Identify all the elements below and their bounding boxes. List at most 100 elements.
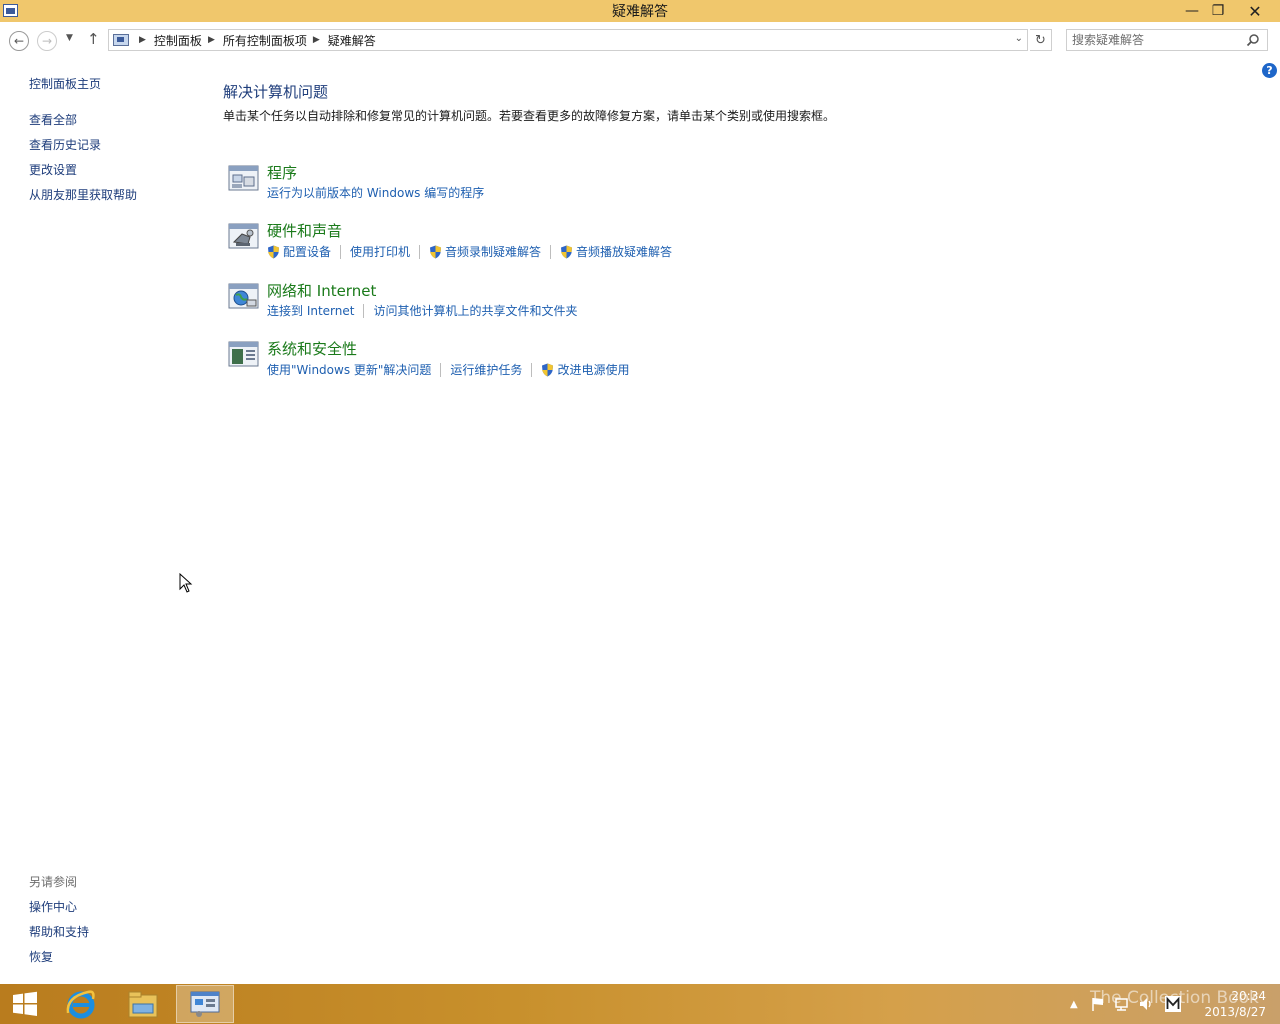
category-network-internet: 网络和 Internet 连接到 Internet 访问其他计算机上的共享文件和… [228, 280, 928, 326]
link-label: 连接到 Internet [267, 304, 355, 318]
mouse-cursor-icon [179, 573, 193, 593]
breadcrumb-all-items[interactable]: 所有控制面板项 [223, 32, 307, 49]
hardware-sound-icon[interactable] [228, 222, 259, 250]
see-also-action-center[interactable]: 操作中心 [29, 898, 77, 915]
clock-time: 20:34 [1231, 989, 1266, 1003]
taskbar-control-panel[interactable] [176, 985, 234, 1023]
link-run-old-programs[interactable]: 运行为以前版本的 Windows 编写的程序 [267, 184, 484, 201]
close-button[interactable]: ✕ [1230, 0, 1280, 22]
nav-change-settings[interactable]: 更改设置 [29, 161, 77, 178]
system-security-icon[interactable] [228, 340, 259, 368]
link-configure-device[interactable]: 配置设备 [267, 243, 331, 260]
forward-button[interactable]: → [37, 31, 57, 51]
control-panel-app-icon[interactable] [3, 4, 18, 17]
arrow-right-icon: → [41, 34, 53, 48]
link-label: 运行维护任务 [450, 363, 523, 377]
uac-shield-icon [542, 363, 554, 376]
file-explorer-icon [128, 991, 158, 1018]
volume-icon[interactable] [1138, 996, 1154, 1012]
nav-control-panel-home[interactable]: 控制面板主页 [29, 75, 101, 92]
chevron-right-icon[interactable]: ▶ [208, 35, 215, 45]
breadcrumb-control-panel[interactable]: 控制面板 [154, 32, 202, 49]
arrow-left-icon: ← [13, 34, 25, 48]
link-divider [550, 244, 552, 259]
nav-view-history[interactable]: 查看历史记录 [29, 136, 101, 153]
chevron-right-icon[interactable]: ▶ [139, 35, 146, 45]
uac-shield-icon [268, 245, 279, 258]
navigation-bar: ← → ▼ ↑ ▶ 控制面板 ▶ 所有控制面板项 ▶ 疑难解答 ⌄ ↻ [0, 22, 1280, 58]
link-label: 运行为以前版本的 Windows 编写的程序 [267, 186, 485, 200]
category-title-programs[interactable]: 程序 [267, 162, 297, 183]
start-icon [13, 991, 37, 1016]
category-title-system-security[interactable]: 系统和安全性 [267, 338, 357, 359]
link-audio-playback[interactable]: 音频播放疑难解答 [560, 243, 672, 260]
link-divider [440, 362, 442, 377]
refresh-icon: ↻ [1035, 32, 1046, 48]
link-label: 使用打印机 [350, 245, 411, 259]
system-clock[interactable]: 20:34 2013/8/27 [1196, 988, 1266, 1020]
start-button[interactable] [0, 985, 50, 1023]
link-divider [363, 303, 365, 318]
help-icon[interactable]: ? [1262, 63, 1277, 78]
title-bar: 疑难解答 — ❐ ✕ [0, 0, 1280, 22]
recent-locations-dropdown[interactable]: ▼ [66, 33, 73, 43]
clock-date: 2013/8/27 [1204, 1005, 1266, 1019]
maximize-button[interactable]: ❐ [1204, 0, 1232, 22]
up-button[interactable]: ↑ [87, 30, 100, 48]
action-center-flag-icon[interactable] [1090, 996, 1106, 1012]
category-system-security: 系统和安全性 使用"Windows 更新"解决问题 运行维护任务 改进电源使用 [228, 338, 928, 384]
show-hidden-icons[interactable]: ▲ [1070, 999, 1078, 1010]
link-label: 使用"Windows 更新"解决问题 [267, 363, 432, 377]
link-divider [531, 362, 533, 377]
control-panel-location-icon [113, 34, 129, 46]
arrow-up-icon: ↑ [87, 30, 100, 48]
taskbar: The Collection Book ▲ 20:34 2013/8/27 [0, 984, 1280, 1024]
uac-shield-icon [430, 245, 442, 258]
input-method-icon[interactable] [1164, 995, 1182, 1013]
nav-view-all[interactable]: 查看全部 [29, 111, 77, 128]
chevron-down-icon[interactable]: ⌄ [1015, 33, 1023, 44]
network-icon[interactable] [228, 282, 259, 310]
link-label: 音频录制疑难解答 [445, 245, 542, 259]
notification-area: ▲ [1070, 984, 1182, 1024]
link-shared-folders[interactable]: 访问其他计算机上的共享文件和文件夹 [373, 302, 577, 319]
link-label: 配置设备 [283, 245, 332, 259]
link-audio-recording[interactable]: 音频录制疑难解答 [429, 243, 541, 260]
see-also-help-support[interactable]: 帮助和支持 [29, 923, 89, 940]
minimize-button[interactable]: — [1178, 0, 1206, 22]
link-connect-internet[interactable]: 连接到 Internet [267, 302, 354, 319]
chevron-right-icon[interactable]: ▶ [313, 35, 320, 45]
category-hardware-sound: 硬件和声音 配置设备 使用打印机 音频录制疑难解答 音频播放疑难解答 [228, 220, 928, 266]
link-divider [340, 244, 342, 259]
link-maintenance-tasks[interactable]: 运行维护任务 [450, 361, 522, 378]
link-divider [419, 244, 421, 259]
page-description: 单击某个任务以自动排除和修复常见的计算机问题。若要查看更多的故障修复方案，请单击… [223, 109, 836, 123]
programs-icon[interactable] [228, 164, 259, 192]
link-windows-update[interactable]: 使用"Windows 更新"解决问题 [267, 361, 431, 378]
breadcrumb-troubleshooting[interactable]: 疑难解答 [328, 32, 376, 49]
control-panel-icon [190, 991, 220, 1017]
category-programs: 程序 运行为以前版本的 Windows 编写的程序 [228, 162, 928, 208]
link-power-usage[interactable]: 改进电源使用 [541, 361, 629, 378]
link-label: 改进电源使用 [557, 363, 630, 377]
taskbar-file-explorer[interactable] [114, 985, 172, 1023]
category-title-network-internet[interactable]: 网络和 Internet [267, 280, 376, 301]
search-input[interactable] [1066, 29, 1268, 51]
window-title: 疑难解答 [612, 4, 668, 20]
refresh-button[interactable]: ↻ [1030, 29, 1052, 51]
nav-get-help-from-friend[interactable]: 从朋友那里获取帮助 [29, 186, 137, 203]
link-label: 访问其他计算机上的共享文件和文件夹 [373, 304, 578, 318]
address-bar[interactable]: ▶ 控制面板 ▶ 所有控制面板项 ▶ 疑难解答 ⌄ [108, 29, 1028, 51]
link-use-printer[interactable]: 使用打印机 [350, 243, 410, 260]
internet-explorer-icon [66, 990, 95, 1019]
uac-shield-icon [561, 245, 573, 258]
link-label: 音频播放疑难解答 [576, 245, 673, 259]
network-tray-icon[interactable] [1114, 996, 1130, 1012]
page-title: 解决计算机问题 [223, 83, 329, 101]
see-also-recovery[interactable]: 恢复 [29, 948, 53, 965]
back-button[interactable]: ← [9, 31, 29, 51]
category-title-hardware-sound[interactable]: 硬件和声音 [267, 220, 342, 241]
see-also-label: 另请参阅 [29, 875, 78, 889]
taskbar-internet-explorer[interactable] [52, 985, 110, 1023]
search-icon[interactable] [1246, 33, 1260, 47]
